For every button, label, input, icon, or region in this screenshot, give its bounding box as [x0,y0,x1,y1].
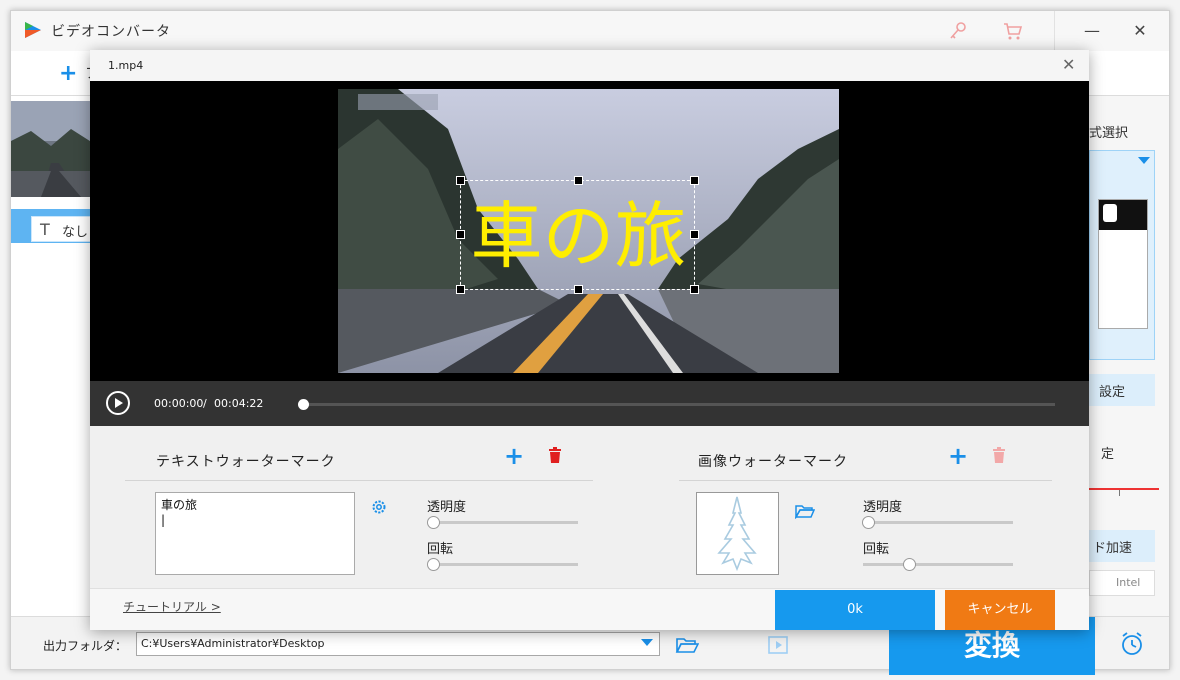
image-rotate-slider[interactable] [863,563,1013,566]
text-cursor: | [161,513,166,527]
image-rotate-label: 回転 [863,542,890,557]
watermark-text-value: 車の旅 [161,498,198,512]
subtitle-tag-label: なし [62,225,89,240]
add-image-watermark-button[interactable]: + [948,444,968,468]
quality-slider[interactable] [1089,488,1159,490]
text-watermark-title: テキストウォーターマーク [156,454,336,470]
quality-label: 定 [1101,447,1115,462]
text-rotate-label: 回転 [427,542,454,557]
file-thumbnail[interactable] [11,101,93,197]
key-icon[interactable] [946,19,970,43]
output-folder-label: 出力フォルダ： [43,639,128,653]
quality-tick [1119,490,1120,496]
format-card[interactable] [1089,150,1155,360]
dialog-close-button[interactable]: ✕ [1062,55,1075,74]
cart-icon[interactable] [1001,19,1025,43]
delete-image-watermark-icon[interactable] [992,447,1006,463]
app-title: ビデオコンバータ [51,24,171,40]
tree-image-icon [717,496,757,572]
watermark-text-preview: 車の旅 [470,194,687,278]
resize-handle-se[interactable] [690,285,699,294]
right-panel: 式選択 設定 定 ド加速 Intel [1089,96,1169,616]
image-watermark-title: 画像ウォーターマーク [698,454,848,470]
delete-text-watermark-icon[interactable] [548,447,562,463]
format-dropdown-icon[interactable] [1138,157,1150,164]
resize-handle-ne[interactable] [690,176,699,185]
resize-handle-e[interactable] [690,230,699,239]
resize-handle-w[interactable] [456,230,465,239]
alarm-clock-icon[interactable] [1119,631,1145,657]
intel-option[interactable]: Intel [1089,570,1155,596]
format-select-label: 式選択 [1089,126,1129,141]
add-file-icon[interactable]: + [59,61,77,86]
text-opacity-knob[interactable] [427,516,440,529]
font-settings-gear-icon[interactable] [371,499,387,515]
format-preview-icon [1098,199,1148,329]
image-opacity-slider[interactable] [863,521,1013,524]
app-logo-icon [25,22,41,38]
app-root: ビデオコンバータ — ✕ + フ [0,0,1180,680]
intel-label: Intel [1116,576,1141,589]
output-path-field[interactable]: C:¥Users¥Administrator¥Desktop [136,632,660,656]
dialog-title: 1.mp4 [108,59,144,72]
video-preview-area: 車の旅 [90,81,1089,381]
minimize-button[interactable]: — [1078,19,1106,43]
title-bar: ビデオコンバータ — ✕ [11,11,1169,51]
text-icon: T [40,220,50,239]
add-text-watermark-button[interactable]: + [504,444,524,468]
watermark-settings: テキストウォーターマーク + 車の旅 | 透明度 回転 画像ウォーターマーク +… [90,426,1089,588]
settings-label: 設定 [1099,385,1126,400]
watermark-dialog: 1.mp4 ✕ 車の旅 00:00:00 / 00:04:22 テキストウォータ… [90,50,1089,630]
output-dropdown-icon[interactable] [641,639,653,646]
player-bar: 00:00:00 / 00:04:22 [90,381,1089,426]
text-rotate-slider[interactable] [428,563,578,566]
seek-bar[interactable] [300,403,1055,406]
folder-open-icon[interactable] [675,635,699,655]
seek-knob[interactable] [298,399,309,410]
text-opacity-label: 透明度 [427,500,467,515]
image-rotate-knob[interactable] [902,558,916,571]
resize-handle-nw[interactable] [456,176,465,185]
hw-accel-label: ド加速 [1093,541,1133,556]
resize-handle-s[interactable] [574,285,583,294]
ok-button[interactable]: 0k [775,590,935,630]
titlebar-divider [1054,11,1055,51]
settings-button[interactable]: 設定 [1089,374,1155,406]
current-time: 00:00:00 [154,397,204,410]
video-frame: 車の旅 [338,89,839,373]
total-time: 00:04:22 [214,397,264,410]
close-window-button[interactable]: ✕ [1126,19,1154,43]
video-merge-icon[interactable] [767,633,791,655]
text-rotate-knob[interactable] [427,558,440,571]
watermark-text-input[interactable]: 車の旅 | [155,492,355,575]
image-folder-icon[interactable] [795,503,815,519]
time-separator: / [203,397,207,410]
text-watermark-divider [125,480,593,481]
resize-handle-sw[interactable] [456,285,465,294]
image-opacity-knob[interactable] [862,516,875,529]
text-opacity-slider[interactable] [428,521,578,524]
play-icon [115,398,123,408]
play-button[interactable] [106,391,130,415]
watermark-selection-box[interactable]: 車の旅 [456,176,699,294]
dialog-title-bar: 1.mp4 ✕ [90,50,1089,81]
tutorial-link[interactable]: チュートリアル > [123,598,221,615]
hw-accel-button[interactable]: ド加速 [1089,530,1155,562]
image-watermark-preview [696,492,779,575]
resize-handle-n[interactable] [574,176,583,185]
cancel-button[interactable]: キャンセル [945,590,1055,630]
image-opacity-label: 透明度 [863,500,903,515]
image-watermark-divider [679,480,1052,481]
dialog-footer: チュートリアル > 0k キャンセル [90,588,1089,630]
